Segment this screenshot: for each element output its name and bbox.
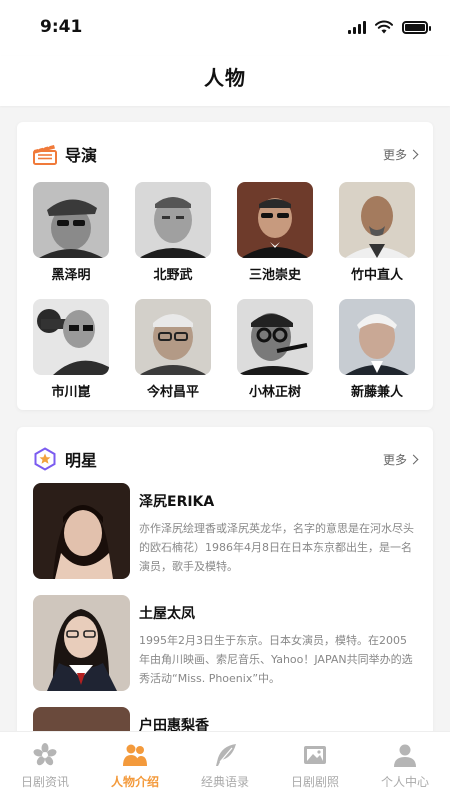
tab-bar: 日剧资讯 人物介绍 经典语录 日剧剧照 个人中心 <box>0 731 450 800</box>
star-info: 泽尻ERIKA 亦作泽尻绘理香或泽尻英龙华，名字的意思是在河水尽头的欧石楠花）1… <box>139 483 417 579</box>
director-name: 今村昌平 <box>146 385 199 400</box>
more-label: 更多 <box>382 147 407 162</box>
stars-list: 泽尻ERIKA 亦作泽尻绘理香或泽尻英龙华，名字的意思是在河水尽头的欧石楠花）1… <box>33 483 417 747</box>
star-photo <box>33 595 130 691</box>
star-name: 土屋太凤 <box>139 606 195 622</box>
director-name: 小林正树 <box>248 385 301 400</box>
director-item[interactable]: 北野武 <box>135 182 211 283</box>
director-name: 黑泽明 <box>51 268 91 283</box>
status-icons <box>348 20 431 34</box>
photo-icon <box>304 746 326 764</box>
chevron-right-icon <box>408 454 419 464</box>
director-item[interactable]: 今村昌平 <box>135 299 211 400</box>
tab-quotes[interactable]: 经典语录 <box>180 732 270 800</box>
director-item[interactable]: 三池崇史 <box>237 182 313 283</box>
signal-icon <box>348 20 366 34</box>
star-photo <box>33 483 130 579</box>
directors-header: 导演 更多 <box>33 140 419 168</box>
wifi-icon <box>375 20 393 34</box>
stars-title: 明星 <box>65 451 98 470</box>
director-name: 北野武 <box>153 268 193 283</box>
star-list-item[interactable]: 土屋太凤 1995年2月3日生于东京。日本女演员，模特。在2005年由角川映画、… <box>33 595 417 691</box>
directors-card: 导演 更多 黑泽明 北野武 三池崇史 竹中直人 市川崑 今村昌平 小林正树 新藤… <box>17 122 433 410</box>
director-item[interactable]: 小林正树 <box>237 299 313 400</box>
tab-label: 经典语录 <box>200 775 249 789</box>
star-description: 1995年2月3日生于东京。日本女演员，模特。在2005年由角川映画、索尼音乐、… <box>139 634 413 685</box>
battery-icon <box>402 20 431 34</box>
star-name: 泽尻ERIKA <box>139 494 215 510</box>
tab-label: 人物介绍 <box>110 775 159 789</box>
director-name: 三池崇史 <box>248 268 301 283</box>
sakura-icon <box>33 743 57 766</box>
people-icon <box>123 744 147 766</box>
tab-label: 日剧剧照 <box>290 775 339 789</box>
status-bar: 9:41 <box>0 0 450 56</box>
tab-label: 个人中心 <box>380 775 429 789</box>
director-item[interactable]: 黑泽明 <box>33 182 109 283</box>
star-info: 土屋太凤 1995年2月3日生于东京。日本女演员，模特。在2005年由角川映画、… <box>139 595 417 691</box>
director-name: 竹中直人 <box>350 268 403 283</box>
chevron-right-icon <box>408 149 419 159</box>
person-icon <box>394 744 416 767</box>
director-photo <box>33 182 109 258</box>
stars-card: 明星 更多 泽尻ERIKA 亦作泽尻绘理香或泽尻英龙华，名字的意思是在河水尽头的… <box>17 427 433 747</box>
director-photo <box>135 182 211 258</box>
stars-header: 明星 更多 <box>33 445 419 473</box>
directors-grid: 黑泽明 北野武 三池崇史 竹中直人 市川崑 今村昌平 小林正树 新藤兼人 <box>33 182 417 400</box>
director-item[interactable]: 竹中直人 <box>339 182 415 283</box>
directors-more-link[interactable]: 更多 <box>382 146 419 163</box>
director-name: 市川崑 <box>51 385 91 400</box>
status-time: 9:41 <box>40 17 83 37</box>
more-label: 更多 <box>382 452 407 467</box>
tab-drama-news[interactable]: 日剧资讯 <box>0 732 90 800</box>
stars-more-link[interactable]: 更多 <box>382 451 419 468</box>
director-photo <box>339 182 415 258</box>
director-item[interactable]: 新藤兼人 <box>339 299 415 400</box>
director-item[interactable]: 市川崑 <box>33 299 109 400</box>
star-hexagon-icon <box>34 447 56 471</box>
director-photo <box>135 299 211 375</box>
director-photo <box>339 299 415 375</box>
director-photo <box>33 299 109 375</box>
tab-people[interactable]: 人物介绍 <box>90 732 180 800</box>
feather-icon <box>216 744 236 766</box>
tab-stills[interactable]: 日剧剧照 <box>270 732 360 800</box>
clapperboard-icon <box>33 143 57 165</box>
page-title: 人物 <box>204 66 246 90</box>
tab-label: 日剧资讯 <box>20 775 69 789</box>
star-description: 亦作泽尻绘理香或泽尻英龙华，名字的意思是在河水尽头的欧石楠花）1986年4月8日… <box>139 522 414 573</box>
director-photo <box>237 299 313 375</box>
directors-title: 导演 <box>65 146 98 165</box>
nav-header: 人物 <box>0 56 450 106</box>
director-name: 新藤兼人 <box>350 385 403 400</box>
director-photo <box>237 182 313 258</box>
star-list-item[interactable]: 泽尻ERIKA 亦作泽尻绘理香或泽尻英龙华，名字的意思是在河水尽头的欧石楠花）1… <box>33 483 417 579</box>
tab-profile[interactable]: 个人中心 <box>360 732 450 800</box>
